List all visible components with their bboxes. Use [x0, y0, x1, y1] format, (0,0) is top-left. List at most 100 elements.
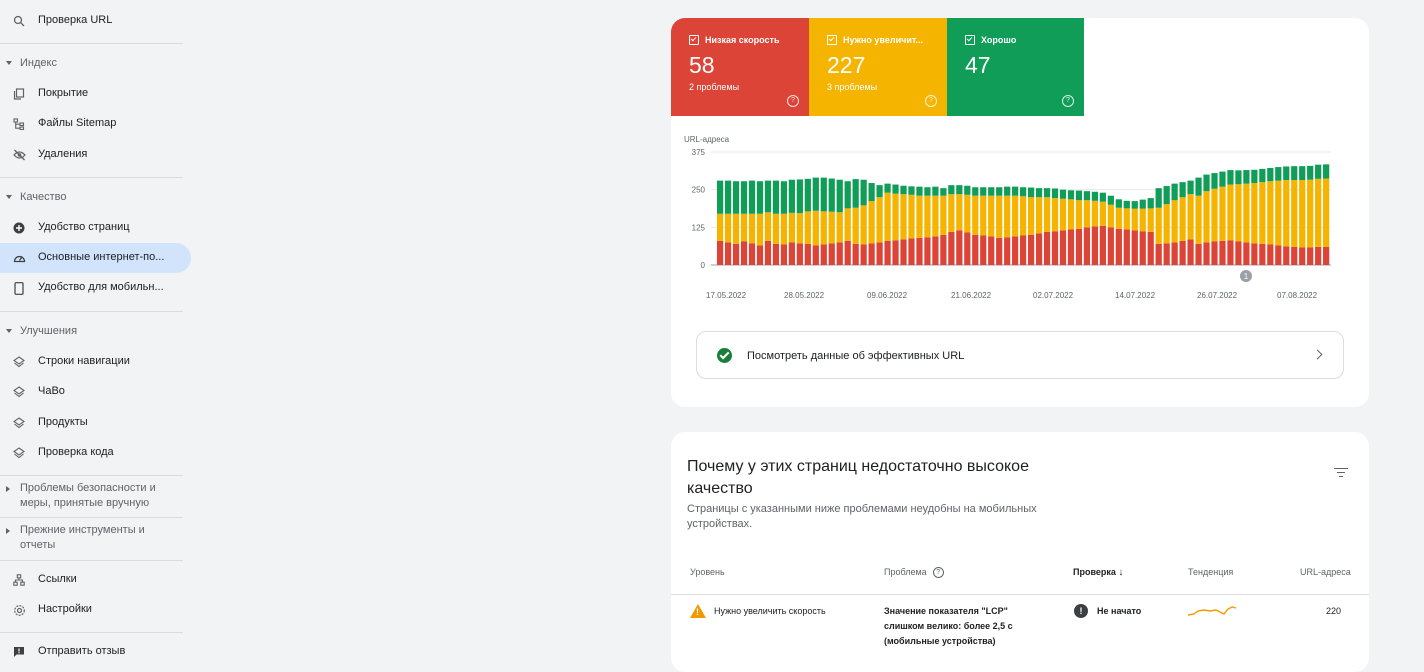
- x-tick-label: 26.07.2022: [1197, 291, 1238, 300]
- row-url-count: 220: [1326, 606, 1342, 616]
- section-enhancements[interactable]: Улучшения: [6, 325, 77, 337]
- bar-segment: [1291, 180, 1298, 247]
- bar-segment: [1187, 180, 1194, 195]
- section-quality[interactable]: Качество: [6, 191, 67, 203]
- sidebar-item-label: Строки навигации: [38, 355, 130, 367]
- bar-segment: [1067, 190, 1075, 200]
- x-tick-label: 07.08.2022: [1277, 291, 1318, 300]
- bar-segment: [1099, 201, 1106, 226]
- bar-segment: [940, 195, 947, 235]
- checkbox-icon[interactable]: [965, 35, 975, 45]
- bar-segment: [1195, 195, 1202, 244]
- help-icon[interactable]: ?: [787, 95, 799, 107]
- bar-segment: [988, 187, 995, 196]
- links-icon: [12, 573, 26, 587]
- bar-segment: [1243, 183, 1250, 243]
- tile-good[interactable]: Хорошо 47 ?: [947, 18, 1084, 116]
- bar-segment: [900, 194, 907, 240]
- bar-segment: [1035, 188, 1043, 198]
- bar-segment: [988, 195, 995, 237]
- bar-segment: [1227, 240, 1234, 265]
- bar-segment: [1131, 208, 1138, 231]
- sidebar-item-products[interactable]: Продукты: [0, 408, 191, 438]
- tile-label: Низкая скорость: [705, 35, 780, 45]
- bar-segment: [1107, 204, 1114, 228]
- bar-segment: [732, 243, 740, 265]
- caret-down-icon: [6, 61, 12, 65]
- help-icon[interactable]: ?: [1062, 95, 1074, 107]
- bar-segment: [844, 208, 851, 241]
- sidebar-item-settings[interactable]: Настройки: [0, 595, 191, 625]
- bar-segment: [1211, 173, 1218, 189]
- bar-segment: [932, 186, 939, 196]
- sidebar-divider: [0, 311, 183, 312]
- bar-segment: [828, 243, 835, 265]
- x-tick-label: 14.07.2022: [1115, 291, 1156, 300]
- checkbox-icon[interactable]: [827, 35, 837, 45]
- filter-icon[interactable]: [1334, 468, 1348, 478]
- sidebar-item-label: Проверка кода: [38, 446, 114, 458]
- sidebar-item-coverage[interactable]: Покрытие: [0, 79, 191, 109]
- bar-segment: [1147, 198, 1154, 209]
- sidebar-item-core-web-vitals[interactable]: Основные интернет-по...: [0, 243, 191, 273]
- section-label: Проблемы безопасности и меры, принятые в…: [20, 482, 156, 509]
- bar-segment: [1203, 174, 1210, 192]
- sidebar-item-removals[interactable]: Удаления: [0, 140, 191, 170]
- bar-segment: [1171, 183, 1178, 201]
- sidebar-item-faq[interactable]: ЧаВо: [0, 377, 191, 407]
- sidebar-item-breadcrumbs[interactable]: Строки навигации: [0, 347, 191, 377]
- help-icon[interactable]: ?: [925, 95, 937, 107]
- bar-segment: [1035, 233, 1043, 265]
- bar-segment: [876, 242, 883, 265]
- sidebar-item-code-check[interactable]: Проверка кода: [0, 438, 191, 468]
- bar-segment: [1187, 194, 1194, 240]
- bar-segment: [1091, 226, 1098, 265]
- layers-icon: [12, 416, 26, 430]
- view-effective-urls-button[interactable]: Посмотреть данные об эффективных URL: [696, 331, 1344, 379]
- help-icon[interactable]: ?: [932, 567, 944, 579]
- row-check-status: Не начато: [1097, 606, 1142, 616]
- sidebar-item-links[interactable]: Ссылки: [0, 565, 191, 595]
- speed-icon: [12, 251, 26, 265]
- bar-segment: [780, 213, 788, 245]
- bar-segment: [884, 240, 891, 265]
- bar-segment: [732, 213, 740, 244]
- sidebar-item-label: Настройки: [38, 603, 92, 615]
- annotation-label: 1: [1244, 272, 1249, 281]
- sidebar-item-feedback[interactable]: Отправить отзыв: [0, 637, 191, 667]
- tile-poor[interactable]: Низкая скорость 58 2 проблемы ?: [671, 18, 809, 116]
- tile-needs-improvement[interactable]: Нужно увеличит... 227 3 проблемы ?: [809, 18, 947, 116]
- sidebar-item-page-experience[interactable]: Удобство страниц: [0, 213, 191, 243]
- bar-segment: [876, 185, 883, 198]
- section-index[interactable]: Индекс: [6, 57, 57, 69]
- sidebar-item-label: Файлы Sitemap: [38, 117, 117, 129]
- sidebar-item-mobile-usability[interactable]: Удобство для мобильн...: [0, 273, 191, 303]
- bar-segment: [1163, 204, 1170, 244]
- bar-segment: [972, 187, 979, 196]
- bar-segment: [1275, 180, 1282, 246]
- bar-segment: [1315, 178, 1322, 247]
- bar-segment: [764, 180, 772, 213]
- cwv-chart: URL-адреса 0 125 250 375 17.05.2022 28.05.2022…: [671, 128, 1369, 328]
- bar-segment: [1139, 208, 1146, 232]
- bar-segment: [1291, 166, 1298, 181]
- sidebar-item-label: Отправить отзыв: [38, 645, 126, 657]
- sidebar-item-url-inspection[interactable]: Проверка URL: [0, 6, 191, 36]
- issues-title: Почему у этих страниц недостаточно высок…: [687, 458, 1029, 497]
- bar-segment: [852, 207, 859, 244]
- tile-label: Хорошо: [981, 35, 1017, 45]
- caret-down-icon: [6, 329, 12, 333]
- checkbox-icon[interactable]: [689, 35, 699, 45]
- bar-segment: [1083, 200, 1091, 228]
- layers-icon: [12, 385, 26, 399]
- sidebar-divider: [0, 632, 183, 633]
- bar-segment: [892, 184, 899, 194]
- bar-segment: [724, 242, 732, 265]
- bar-segment: [860, 179, 867, 206]
- bar-segment: [932, 236, 939, 265]
- bar-segment: [1219, 186, 1226, 241]
- bar-segment: [1171, 242, 1178, 265]
- sidebar-item-sitemaps[interactable]: Файлы Sitemap: [0, 109, 191, 139]
- col-header-check[interactable]: Проверка ↓: [1073, 567, 1123, 578]
- bar-segment: [940, 188, 947, 196]
